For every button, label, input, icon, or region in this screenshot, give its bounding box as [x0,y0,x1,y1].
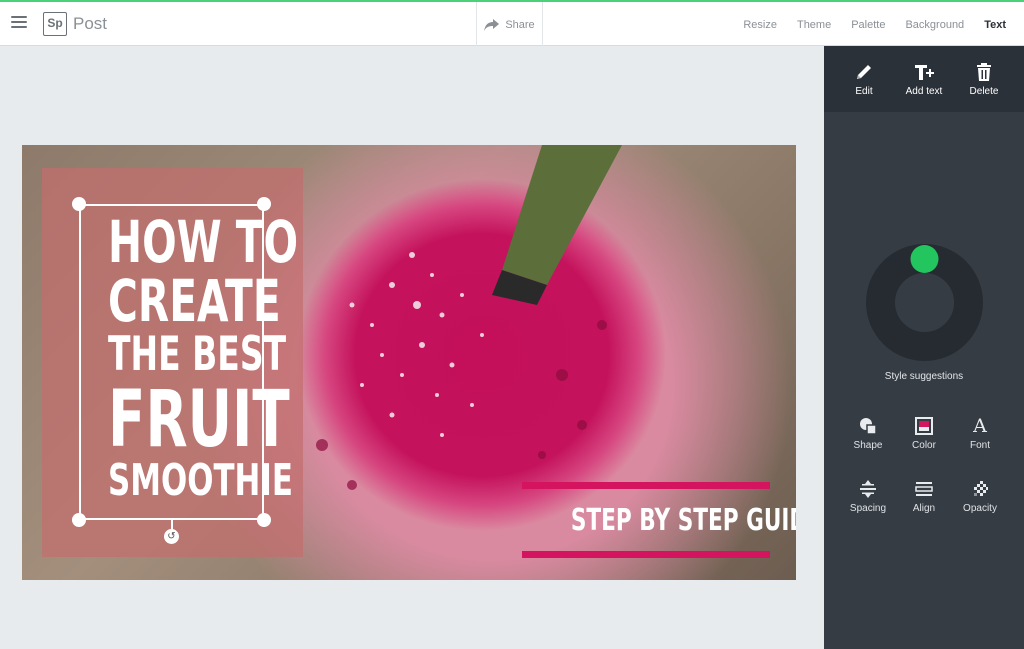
shape-button[interactable]: Shape [840,416,896,451]
color-icon [915,417,933,435]
app-title: Post [73,14,108,33]
opacity-label: Opacity [963,503,997,514]
share-label: Share [505,18,535,31]
headline-line: THE BEST [108,327,287,382]
style-suggestions-dial[interactable] [866,244,983,361]
delete-label: Delete [969,85,999,97]
share-button[interactable]: Share [476,2,543,47]
add-text-icon [915,64,934,80]
trash-icon [977,62,991,81]
nav-text[interactable]: Text [984,19,1006,31]
resize-handle-bottom-left[interactable] [72,513,86,527]
spacing-label: Spacing [849,503,887,514]
font-button[interactable]: A Font [952,416,1008,451]
subtitle-bar-bottom [522,551,770,558]
pencil-icon [857,64,871,79]
nav-resize[interactable]: Resize [743,19,777,31]
spacing-icon [860,480,876,498]
align-label: Align [912,503,936,514]
subtitle-text[interactable]: STEP BY STEP GUIDE [522,503,796,538]
headline-line: CREATE [108,267,281,335]
opacity-icon [974,481,988,496]
nav-palette[interactable]: Palette [851,19,885,31]
rotate-icon[interactable]: ↺ [164,529,179,544]
panel-toolbar: Edit Add text Delete [824,46,1024,112]
edit-button[interactable]: Edit [836,46,892,112]
straw [502,145,622,285]
resize-handle-top-left[interactable] [72,197,86,211]
coconut-flakes [349,252,484,437]
shape-icon [860,418,877,435]
align-button[interactable]: Align [896,479,952,514]
align-icon [915,482,933,496]
opacity-button[interactable]: Opacity [952,479,1008,514]
headline-text[interactable]: HOW TO CREATE THE BEST FRUIT SMOOTHIE [90,208,299,506]
color-button[interactable]: Color [896,416,952,451]
text-options-grid: Shape Color A Font Spacing Align Opacity [840,416,1008,514]
canvas-area: ↺ HOW TO CREATE THE BEST FRUIT SMOOTHIE … [0,46,824,649]
post-design[interactable]: ↺ HOW TO CREATE THE BEST FRUIT SMOOTHIE … [22,145,796,580]
share-arrow-icon [484,18,500,31]
headline-line: SMOOTHIE [108,455,293,506]
headline-line: FRUIT [108,375,290,465]
hamburger-menu-icon[interactable] [11,16,27,30]
spacing-button[interactable]: Spacing [840,479,896,514]
spark-logo: Sp [43,12,67,36]
subtitle-label: STEP BY STEP GUIDE [570,503,796,538]
resize-handle-bottom-right[interactable] [257,513,271,527]
font-label: Font [969,440,990,451]
font-icon: A [973,415,987,437]
dial-knob[interactable] [910,245,939,273]
color-label: Color [912,440,936,451]
nav-theme[interactable]: Theme [797,19,831,31]
add-text-button[interactable]: Add text [896,46,952,112]
nav-background[interactable]: Background [905,19,964,31]
top-nav: Resize Theme Palette Background Text [743,2,1006,47]
style-suggestions-label: Style suggestions [884,371,964,382]
shape-label: Shape [853,440,883,451]
top-bar: Sp Post Share Resize Theme Palette Backg… [0,0,1024,47]
add-text-label: Add text [905,85,943,97]
edit-label: Edit [855,85,873,97]
subtitle-bar-top [522,482,770,489]
right-panel: Edit Add text Delete Style suggestions S… [824,46,1024,649]
headline-line: HOW TO [108,208,299,276]
delete-button[interactable]: Delete [956,46,1012,112]
